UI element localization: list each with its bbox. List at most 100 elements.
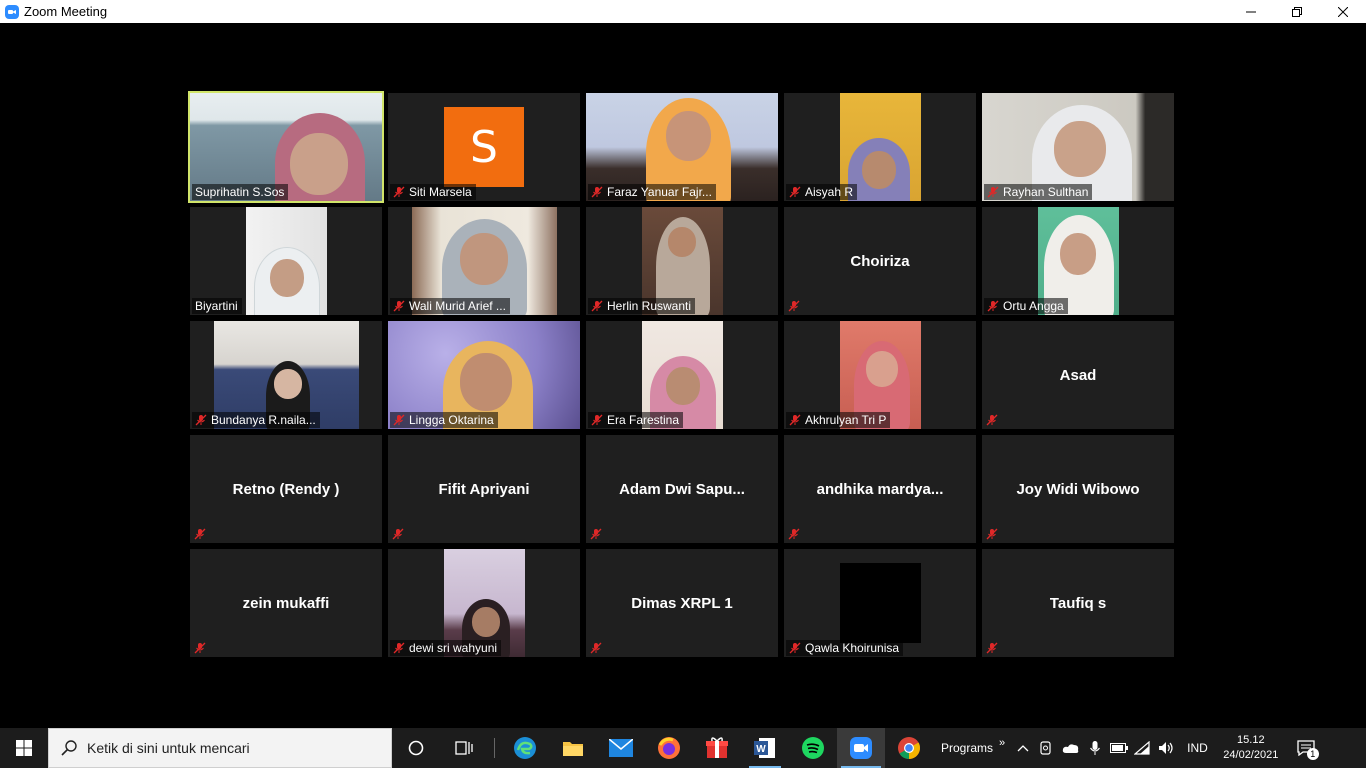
participant-tile[interactable]: Herlin Ruswanti (586, 207, 778, 315)
battery-button[interactable] (1107, 728, 1131, 768)
participant-tile[interactable]: Taufiq s (982, 549, 1174, 657)
participant-name-label: Wali Murid Arief ... (390, 298, 510, 314)
windows-icon (16, 740, 32, 756)
participant-tile[interactable]: dewi sri wahyuni (388, 549, 580, 657)
svg-text:W: W (756, 744, 766, 755)
participant-tile[interactable]: Aisyah R (784, 93, 976, 201)
participant-name-label: Ortu Angga (984, 298, 1068, 314)
show-hidden-icons-button[interactable] (1011, 728, 1035, 768)
start-button[interactable] (0, 728, 48, 768)
muted-mic-icon (194, 528, 206, 540)
participant-tile[interactable]: Faraz Yanuar Fajr... (586, 93, 778, 201)
action-center-button[interactable]: 1 (1286, 728, 1326, 768)
muted-mic-icon (986, 528, 998, 540)
participant-tile[interactable]: Dimas XRPL 1 (586, 549, 778, 657)
participant-tile[interactable]: Asad (982, 321, 1174, 429)
participant-name: Dimas XRPL 1 (631, 594, 733, 612)
task-view-button[interactable] (440, 728, 488, 768)
network-button[interactable] (1131, 728, 1155, 768)
search-placeholder: Ketik di sini untuk mencari (87, 740, 250, 756)
input-language-indicator[interactable]: IND (1187, 741, 1208, 755)
clock[interactable]: 15.12 24/02/2021 (1216, 733, 1286, 763)
cloud-icon (1062, 744, 1079, 753)
cortana-button[interactable] (392, 728, 440, 768)
participant-tile[interactable]: Lingga Oktarina (388, 321, 580, 429)
muted-mic-icon (789, 642, 801, 654)
meet-now-button[interactable] (1035, 728, 1059, 768)
muted-mic-icon (590, 642, 602, 654)
participant-tile[interactable]: Rayhan Sulthan (982, 93, 1174, 201)
participant-tile[interactable]: Akhrulyan Tri P (784, 321, 976, 429)
close-button[interactable] (1320, 0, 1366, 23)
zoom-app-icon (5, 4, 19, 19)
participant-name-label: dewi sri wahyuni (390, 640, 502, 656)
gift-app-button[interactable] (693, 728, 741, 768)
gift-icon (706, 737, 728, 758)
muted-mic-icon (987, 186, 999, 198)
onedrive-button[interactable] (1059, 728, 1083, 768)
avatar: S (444, 107, 524, 187)
chrome-button[interactable] (885, 728, 933, 768)
spotify-button[interactable] (789, 728, 837, 768)
participant-name-label: Akhrulyan Tri P (786, 412, 891, 428)
participant-tile[interactable]: Era Farestina (586, 321, 778, 429)
mail-button[interactable] (597, 728, 645, 768)
restore-button[interactable] (1274, 0, 1320, 23)
muted-mic-icon (987, 300, 999, 312)
taskbar-divider (494, 738, 495, 758)
firefox-icon (658, 737, 680, 759)
spotify-icon (802, 737, 824, 759)
participant-tile[interactable]: zein mukaffi (190, 549, 382, 657)
participant-tile[interactable]: Suprihatin S.Sos (188, 91, 384, 203)
minimize-icon (1246, 11, 1256, 12)
participant-name: Taufiq s (1049, 594, 1107, 612)
task-view-icon (455, 741, 473, 755)
participant-tile[interactable]: Joy Widi Wibowo (982, 435, 1174, 543)
zoom-icon (850, 737, 872, 759)
chrome-icon (898, 737, 920, 759)
file-explorer-icon (563, 742, 583, 756)
gallery-view: Suprihatin S.Sos S Siti Marsela Faraz Ya… (0, 23, 1366, 728)
minimize-button[interactable] (1228, 0, 1274, 23)
participant-tile[interactable]: Ortu Angga (982, 207, 1174, 315)
participant-name: Asad (1059, 366, 1097, 384)
participant-name-label: Biyartini (192, 298, 242, 314)
speaker-icon (1159, 742, 1173, 754)
clock-date: 24/02/2021 (1223, 749, 1279, 761)
word-button[interactable]: W (741, 728, 789, 768)
participant-tile[interactable]: Wali Murid Arief ... (388, 207, 580, 315)
participant-name-label: Era Farestina (588, 412, 684, 428)
participant-tile[interactable]: andhika mardya... (784, 435, 976, 543)
muted-mic-icon (591, 300, 603, 312)
programs-toolbar[interactable]: Programs » (941, 728, 1005, 768)
battery-icon (1110, 743, 1129, 753)
muted-mic-icon (986, 414, 998, 426)
participant-tile[interactable]: Retno (Rendy ) (190, 435, 382, 543)
participant-tile[interactable]: Fifit Apriyani (388, 435, 580, 543)
close-icon (1338, 6, 1348, 17)
participant-name-label: Suprihatin S.Sos (192, 184, 289, 200)
participant-tile[interactable]: Biyartini (190, 207, 382, 315)
firefox-button[interactable] (645, 728, 693, 768)
zoom-button[interactable] (837, 728, 885, 768)
muted-mic-icon (986, 642, 998, 654)
participant-tile[interactable]: S Siti Marsela (388, 93, 580, 201)
microphone-button[interactable] (1083, 728, 1107, 768)
mail-icon (609, 739, 633, 757)
title-bar: Zoom Meeting (0, 0, 1366, 23)
edge-button[interactable] (501, 728, 549, 768)
volume-button[interactable] (1155, 728, 1179, 768)
participant-name-label: Siti Marsela (390, 184, 476, 200)
participant-tile[interactable]: Choiriza (784, 207, 976, 315)
taskbar-search-box[interactable]: Ketik di sini untuk mencari (48, 728, 392, 768)
participant-tile[interactable]: Adam Dwi Sapu... (586, 435, 778, 543)
file-explorer-button[interactable] (549, 728, 597, 768)
taskbar: Ketik di sini untuk mencari W Programs » (0, 728, 1366, 768)
muted-mic-icon (591, 414, 603, 426)
microphone-icon (1090, 741, 1101, 755)
muted-mic-icon (194, 642, 206, 654)
muted-mic-icon (393, 186, 405, 198)
participant-tile[interactable]: Qawla Khoirunisa (784, 549, 976, 657)
muted-mic-icon (393, 414, 405, 426)
participant-tile[interactable]: Bundanya R.naila... (190, 321, 382, 429)
